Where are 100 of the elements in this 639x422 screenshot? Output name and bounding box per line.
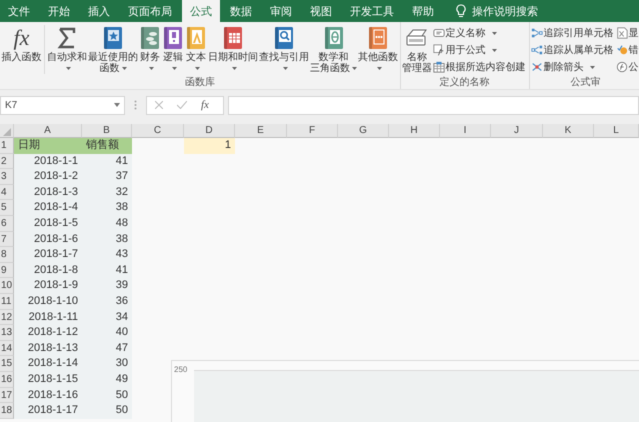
ribbon-tab[interactable]: 页面布局 xyxy=(120,0,180,22)
table-cell: 2018-1-6 xyxy=(14,232,82,248)
select-all-icon[interactable] xyxy=(2,128,10,136)
column-header[interactable]: B xyxy=(82,124,132,138)
ribbon-button[interactable]: 名称 管理器 xyxy=(402,25,432,74)
table-cell: 37 xyxy=(82,169,132,185)
table-cell: 2018-1-17 xyxy=(14,403,82,419)
ribbon-tab[interactable]: 文件 xyxy=(0,0,38,22)
column-header[interactable]: I xyxy=(440,124,491,138)
ribbon-button[interactable]: fx 插入函数 xyxy=(1,25,44,74)
row-header[interactable]: 2 xyxy=(0,154,14,170)
column-header[interactable]: C xyxy=(132,124,184,138)
row-header[interactable]: 3 xyxy=(0,169,14,185)
row-header[interactable]: 4 xyxy=(0,184,14,200)
row-header[interactable]: 11 xyxy=(0,294,14,310)
row-header[interactable]: 10 xyxy=(0,278,14,294)
group-label: 函数库 xyxy=(184,77,216,89)
ribbon-tab[interactable]: 插入 xyxy=(80,0,118,22)
drag-handle-icon[interactable] xyxy=(134,100,137,110)
ribbon-button[interactable]: 其他函数 xyxy=(358,25,398,74)
ribbon-button[interactable]: 最近使用的 函数 xyxy=(88,25,138,74)
ribbon-button[interactable]: 文本 xyxy=(184,25,208,74)
tell-me-search[interactable]: 操作说明搜索 xyxy=(450,0,544,22)
insert-function-button[interactable]: fx xyxy=(201,99,209,111)
lightbulb-icon xyxy=(456,4,466,18)
ribbon-button[interactable]: 日期和时间 xyxy=(208,25,258,74)
book-calendar-icon xyxy=(222,26,244,50)
table-cell: 日期 xyxy=(14,138,82,154)
column-header[interactable]: J xyxy=(491,124,543,138)
ribbon-tab[interactable]: 帮助 xyxy=(404,0,442,22)
trace-arrows-icon xyxy=(530,27,542,39)
column-header[interactable]: K xyxy=(543,124,594,138)
ribbon-button[interactable]: 追踪从属单元格 xyxy=(530,42,614,58)
table-cell: 48 xyxy=(82,216,132,232)
table-cell: 2018-1-16 xyxy=(14,388,82,404)
row-header[interactable]: 18 xyxy=(0,403,14,419)
ribbon-button[interactable]: 查找与引用 xyxy=(258,25,310,74)
formula-sheet-icon xyxy=(616,26,628,40)
table-cell: 50 xyxy=(82,388,132,404)
row-header[interactable]: 12 xyxy=(0,310,14,326)
ribbon-button[interactable]: 自动求和 xyxy=(46,25,88,74)
ribbon-button[interactable]: 根据所选内容创建 xyxy=(432,59,526,75)
cancel-icon[interactable] xyxy=(155,101,163,109)
formula-input[interactable] xyxy=(228,96,639,114)
ribbon-button[interactable]: 错 xyxy=(616,42,638,58)
column-header[interactable]: A xyxy=(14,124,82,138)
row-header[interactable]: 14 xyxy=(0,340,14,356)
row-header[interactable]: 17 xyxy=(0,388,14,404)
row-header[interactable]: 1 xyxy=(0,138,14,154)
ribbon-button[interactable]: 数学和 三角函数 xyxy=(310,25,358,74)
chart-area[interactable]: 250 xyxy=(171,360,639,422)
ribbon-button[interactable]: 用于公式 xyxy=(432,42,526,58)
table-cell: 2018-1-8 xyxy=(14,262,82,278)
book-icon xyxy=(322,26,344,50)
ribbon-tab[interactable]: 视图 xyxy=(302,0,340,22)
table-cell: 39 xyxy=(82,278,132,294)
table-cell: 2018-1-2 xyxy=(14,169,82,185)
table-cell: 43 xyxy=(82,247,132,263)
row-header[interactable]: 15 xyxy=(0,356,14,372)
book-icon xyxy=(162,26,184,50)
ribbon-tab[interactable]: 开始 xyxy=(40,0,78,22)
table-cell: 2018-1-9 xyxy=(14,278,82,294)
table-cell: 49 xyxy=(82,372,132,388)
table-cell: 2018-1-12 xyxy=(14,325,82,341)
ribbon-tab[interactable]: 审阅 xyxy=(262,0,300,22)
ribbon-button[interactable]: 定义名称 xyxy=(432,25,526,41)
row-header[interactable]: 5 xyxy=(0,200,14,216)
column-header[interactable]: D xyxy=(184,124,235,138)
table-cell: 2018-1-14 xyxy=(14,356,82,372)
table-cell: 36 xyxy=(82,294,132,310)
ribbon-button[interactable]: 删除箭头 xyxy=(530,59,614,75)
table-cell: 41 xyxy=(82,154,132,170)
ribbon-tab[interactable]: 公式 xyxy=(182,0,220,22)
ribbon-tab[interactable]: 开发工具 xyxy=(342,0,402,22)
table-cell: 38 xyxy=(82,200,132,216)
column-header[interactable]: G xyxy=(338,124,389,138)
row-header[interactable]: 13 xyxy=(0,325,14,341)
table-cell: 38 xyxy=(82,232,132,248)
ribbon-button[interactable]: 公 xyxy=(616,59,638,75)
ribbon-button[interactable]: 追踪引用单元格 xyxy=(530,25,614,41)
row-header[interactable]: 8 xyxy=(0,247,14,263)
ribbon-tab[interactable]: 数据 xyxy=(222,0,260,22)
row-header[interactable]: 7 xyxy=(0,232,14,248)
column-header[interactable]: H xyxy=(389,124,440,138)
ribbon-button[interactable]: 显 xyxy=(616,25,638,41)
table-cell: 2018-1-5 xyxy=(14,216,82,232)
row-header[interactable]: 6 xyxy=(0,216,14,232)
ribbon-button[interactable]: 财务 xyxy=(138,25,162,74)
row-header[interactable]: 9 xyxy=(0,262,14,278)
table-cell: 2018-1-1 xyxy=(14,154,82,170)
check-icon[interactable] xyxy=(177,101,187,109)
book-coins-icon xyxy=(139,26,161,50)
column-header[interactable]: L xyxy=(594,124,639,138)
table-cell: 30 xyxy=(82,356,132,372)
row-header[interactable]: 16 xyxy=(0,372,14,388)
column-header[interactable]: F xyxy=(287,124,338,138)
name-box[interactable]: K7 xyxy=(0,96,125,114)
erase-arrows-icon xyxy=(530,61,542,73)
column-header[interactable]: E xyxy=(235,124,287,138)
ribbon-button[interactable]: 逻辑 xyxy=(162,25,184,74)
